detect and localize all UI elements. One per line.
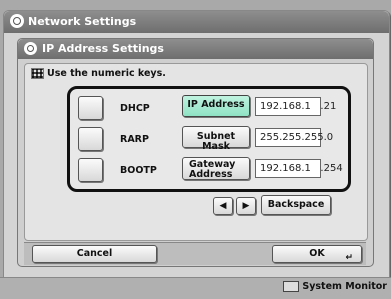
network-settings-window: Network Settings IP Address Settings Use… — [3, 10, 390, 278]
ip-address-settings-dialog: IP Address Settings Use the numeric keys… — [17, 38, 374, 267]
ok-label: OK — [309, 248, 325, 259]
monitor-icon — [283, 281, 300, 292]
bootp-toggle-button[interactable] — [78, 158, 103, 182]
window-titlebar: Network Settings — [4, 11, 389, 33]
window-title: Network Settings — [28, 15, 137, 28]
system-monitor-button[interactable]: System Monitor — [283, 281, 387, 292]
subnet-mask-field[interactable]: 255.255.255.0 — [255, 128, 333, 147]
protocol-address-group: DHCP IP Address 192.168.1 .21 RARP Subne… — [67, 86, 351, 192]
right-arrow-icon: ▶ — [242, 201, 250, 211]
network-icon — [24, 42, 37, 55]
footer-bar: Cancel OK ↵ — [24, 242, 366, 265]
network-icon — [10, 14, 24, 28]
ip-address-button[interactable]: IP Address — [182, 95, 250, 117]
settings-panel: Use the numeric keys. DHCP IP Address 19… — [24, 63, 368, 241]
enter-icon: ↵ — [345, 253, 353, 263]
system-monitor-label: System Monitor — [302, 281, 387, 292]
cursor-right-button[interactable]: ▶ — [236, 197, 256, 215]
numeric-keys-icon — [31, 68, 44, 79]
hint-label: Use the numeric keys. — [47, 68, 166, 79]
gateway-address-button[interactable]: Gateway Address — [182, 157, 250, 180]
ok-button[interactable]: OK ↵ — [272, 245, 362, 263]
status-bar: System Monitor — [0, 277, 391, 299]
rarp-label: RARP — [120, 134, 149, 145]
gateway-label-line2: Address — [189, 168, 233, 180]
rarp-toggle-button[interactable] — [78, 127, 103, 151]
bootp-label: BOOTP — [120, 165, 157, 176]
dhcp-label: DHCP — [120, 103, 150, 114]
cancel-button[interactable]: Cancel — [32, 245, 157, 263]
subnet-mask-button[interactable]: Subnet Mask — [182, 126, 250, 151]
dialog-titlebar: IP Address Settings — [18, 39, 373, 59]
ip-address-field[interactable]: 192.168.1 .21 — [255, 97, 336, 116]
dhcp-toggle-button[interactable] — [78, 96, 103, 120]
left-arrow-icon: ◀ — [219, 201, 227, 211]
backspace-button[interactable]: Backspace — [261, 195, 331, 215]
dialog-title: IP Address Settings — [42, 42, 164, 55]
cursor-left-button[interactable]: ◀ — [213, 197, 233, 215]
hint-text: Use the numeric keys. — [31, 68, 166, 79]
gateway-address-field[interactable]: 192.168.1 .254 — [255, 159, 343, 178]
